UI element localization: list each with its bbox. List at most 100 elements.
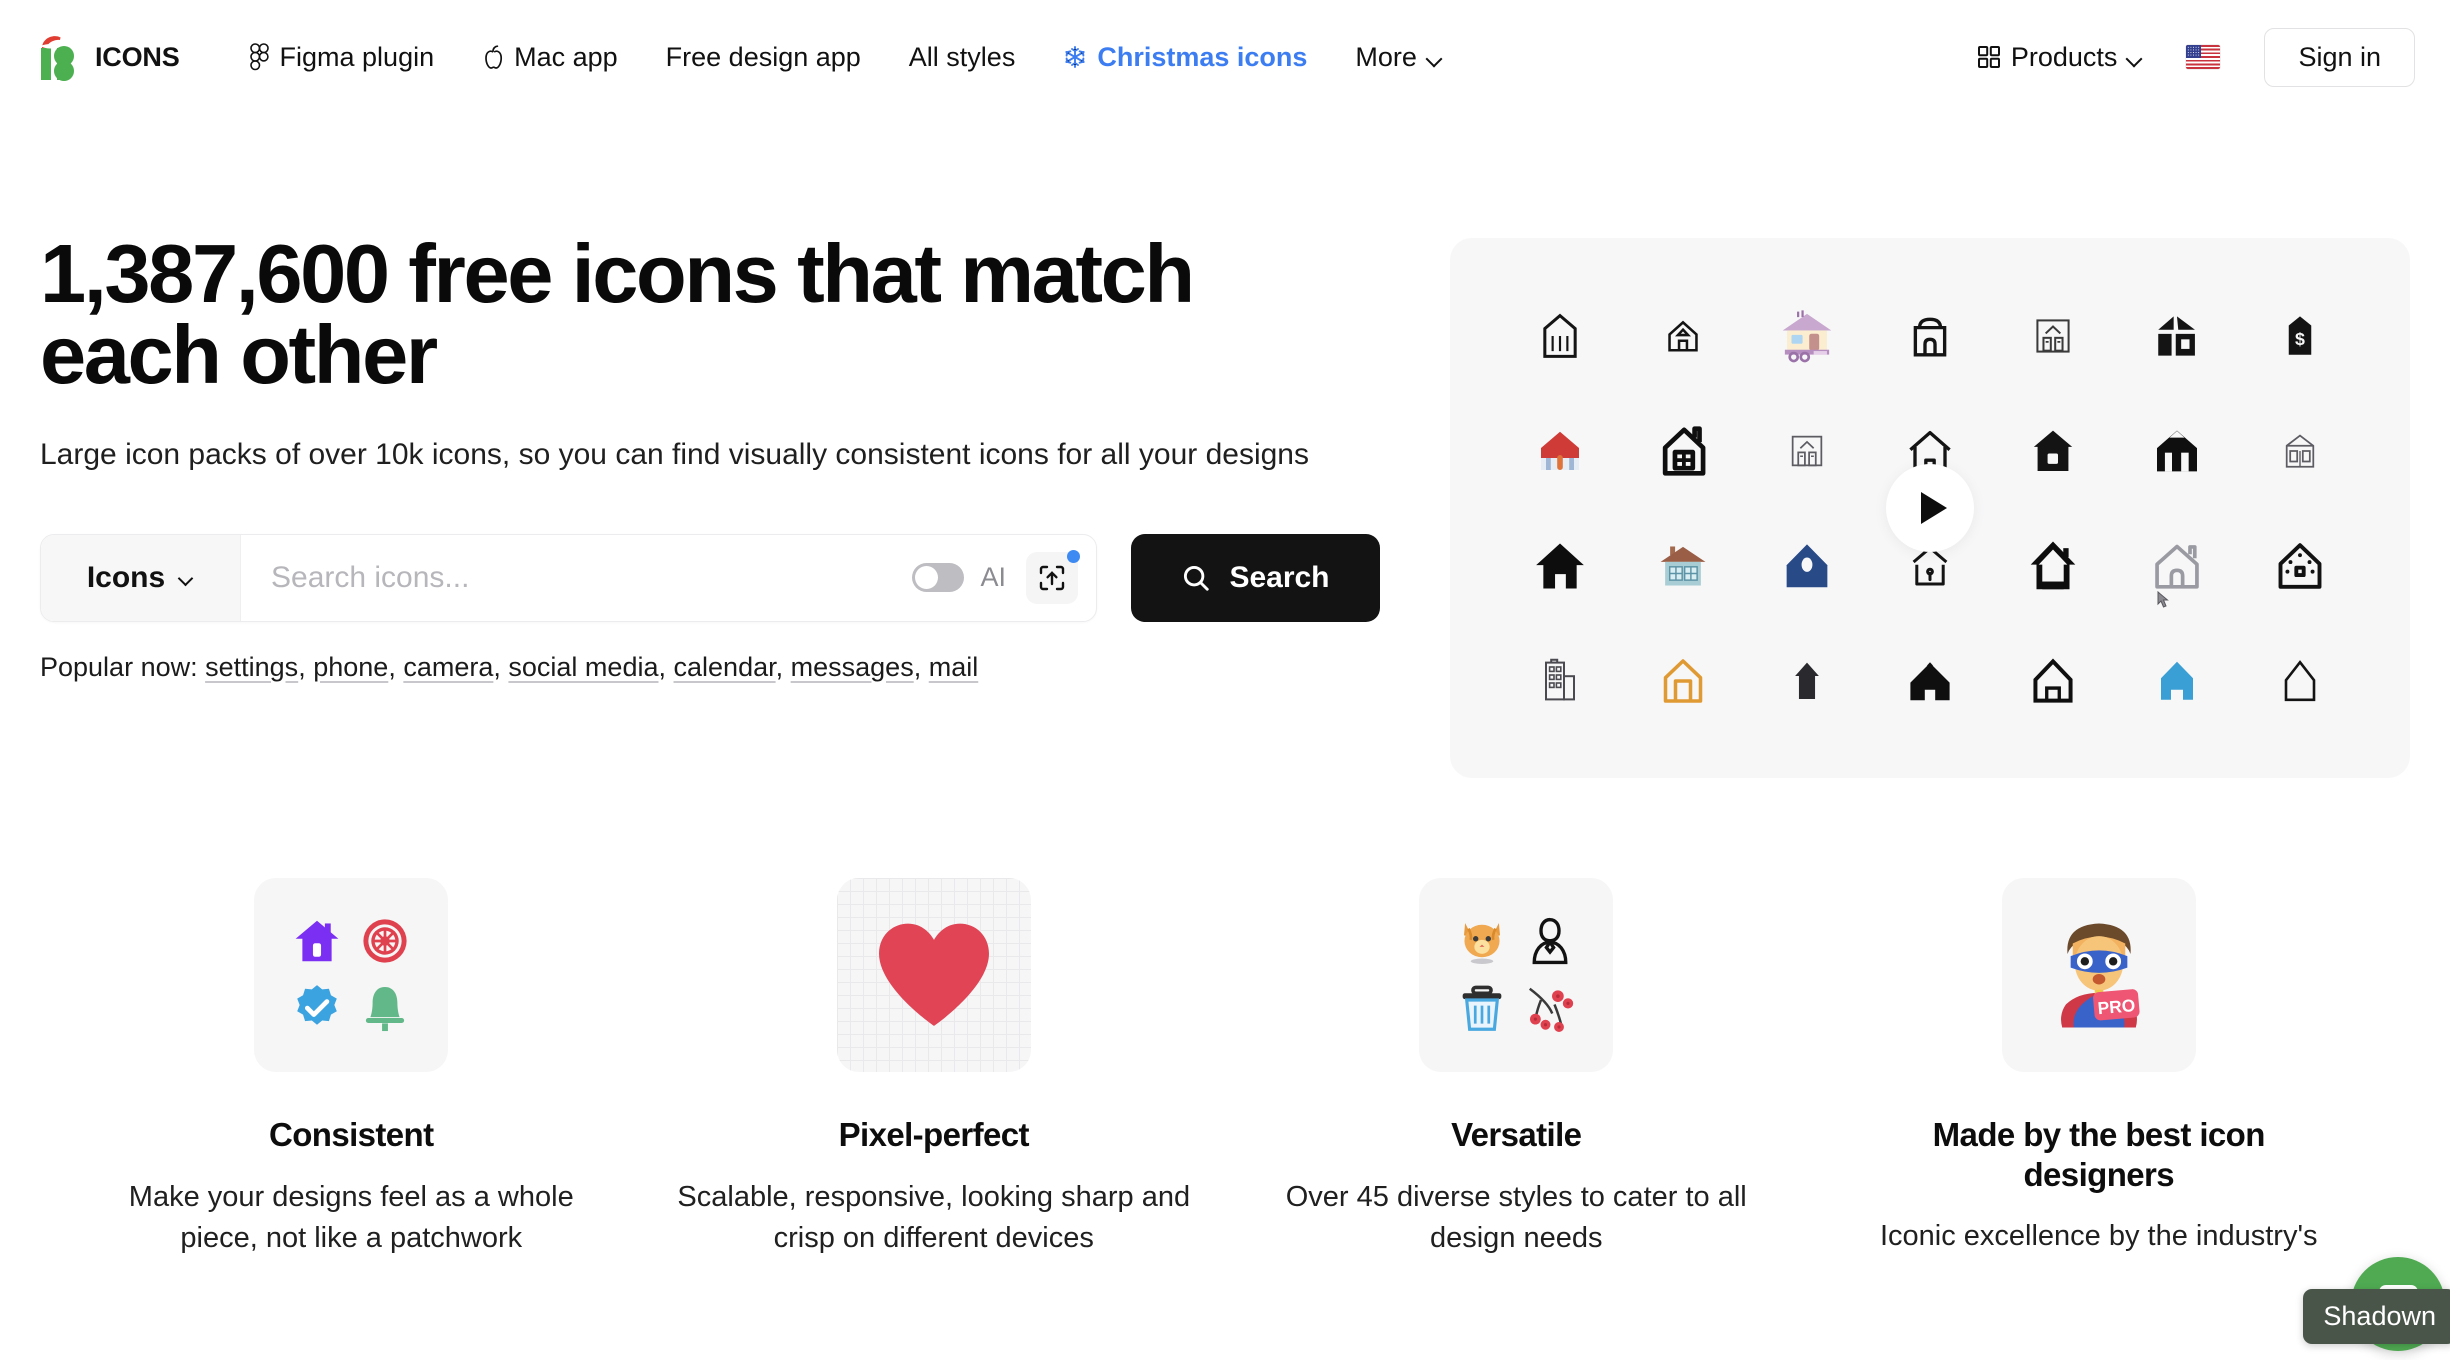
gingerbread-house-icon[interactable] [2263,529,2337,603]
feature-title: Consistent [268,1116,434,1153]
feature-art-versatile [1419,878,1614,1072]
house-thin-facade-icon[interactable] [1770,414,1844,488]
nav-label: All styles [908,41,1016,72]
house-rounded-roof-icon[interactable] [1893,299,1967,373]
feature-card-consistent: Consistent Make your designs feel as a w… [60,878,643,1259]
bell-green-icon [366,986,405,1032]
svg-text:$: $ [2295,329,2305,349]
nav-item-free-design-app[interactable]: Free design app [666,42,861,73]
nav-label: Free design app [665,41,861,72]
icons8-santa-logo-icon [35,32,81,82]
verified-blue-icon [297,985,338,1025]
popular-prefix: Popular now: [40,651,198,682]
upload-image-search-button[interactable] [1025,549,1080,604]
recorder-tooltip: Shadown [2303,1289,2450,1344]
apple-icon [482,44,504,70]
products-label: Products [2010,41,2118,72]
feature-art-pixel-perfect [836,878,1031,1072]
nav-item-more[interactable]: More [1355,42,1442,73]
house-filled-arch-icon[interactable] [2140,414,2214,488]
search-type-dropdown[interactable]: Icons [41,534,241,621]
heart-red-icon [878,923,989,1026]
search-row: Icons AI [40,533,1380,622]
house-gray-outline-icon[interactable] [2140,529,2214,603]
house-bold-window-grid-icon[interactable] [1646,414,1720,488]
house-windows-outline-icon[interactable] [2016,299,2090,373]
play-icon [1920,492,1947,524]
popular-link-camera[interactable]: camera [403,652,493,682]
house-purple-icon [295,920,339,962]
ai-toggle[interactable] [912,563,965,592]
figma-icon [249,43,270,71]
nav-item-christmas-icons[interactable]: Christmas icons [1063,42,1307,73]
site-header: ICONS Figma plugin Mac app Free design a… [0,0,2450,114]
house-thin-arch-icon[interactable] [2263,644,2337,718]
feature-art-consistent [254,878,449,1072]
features-section: Consistent Make your designs feel as a w… [0,878,2450,1259]
trailer-house-color-icon[interactable] [1770,299,1844,373]
house-orange-outline-icon[interactable] [1646,644,1720,718]
play-video-button[interactable] [1886,464,1974,552]
products-menu[interactable]: Products [1977,42,2143,73]
superhero-pro-icon: PRO [2060,923,2140,1028]
popular-link-settings[interactable]: settings [205,652,298,682]
chevron-down-icon [1427,53,1442,62]
feature-title: Pixel-perfect [838,1116,1030,1153]
popular-link-mail[interactable]: mail [929,652,979,682]
house-filled-blocks-icon[interactable] [2140,299,2214,373]
search-type-label: Icons [86,560,166,594]
house-outline-tall-icon[interactable] [1523,299,1597,373]
feature-text: Over 45 diverse styles to cater to all d… [1285,1180,1747,1254]
house-solid-wide-icon[interactable] [1893,644,1967,718]
snowflake-icon [1063,45,1087,69]
svg-text:PRO: PRO [2097,995,2136,1018]
popular-link-phone[interactable]: phone [313,652,388,682]
house-small-outline-icon[interactable] [1646,299,1720,373]
hero-subheading: Large icon packs of over 10k icons, so y… [40,438,1309,471]
feature-card-pixel-perfect: Pixel-perfect Scalable, responsive, look… [643,878,1226,1259]
nav-label: Mac app [514,41,618,72]
house-filled-window-icon[interactable] [2016,414,2090,488]
sign-in-button[interactable]: Sign in [2264,27,2415,87]
cottage-color-icon[interactable] [1646,529,1720,603]
feature-text: Make your designs feel as a whole piece,… [128,1180,574,1254]
logo-link[interactable]: ICONS [35,32,180,82]
grid-squares-icon [1977,45,2001,69]
popular-links-list: settings, phone, camera, social media, c… [205,651,979,682]
chevron-down-icon [2127,53,2142,62]
ai-toggle-label: AI [980,562,1006,592]
search-icon [1184,565,1210,591]
us-flag-icon[interactable] [2186,45,2221,69]
nav-item-mac-app[interactable]: Mac app [482,42,618,73]
search-button-label: Search [1229,560,1330,594]
cat-color-icon [1464,923,1501,964]
house-bold-outline-icon[interactable] [2016,529,2090,603]
chevron-down-icon [179,573,194,582]
feature-text: Scalable, responsive, looking sharp and … [677,1180,1191,1254]
house-dollar-filled-icon[interactable]: $ [2263,299,2337,373]
feature-card-versatile: Versatile Over 45 diverse styles to cate… [1225,878,1808,1259]
office-building-line-icon[interactable] [1523,644,1597,718]
popular-link-messages[interactable]: messages [791,652,914,682]
house-blue-filled-icon[interactable] [1770,529,1844,603]
gear-red-icon [363,919,407,963]
icon-preview-panel: $ [1450,238,2410,778]
nav-item-figma-plugin[interactable]: Figma plugin [249,41,435,73]
house-outline-arch-icon[interactable] [2016,644,2090,718]
house-blue-solid-icon[interactable] [2140,644,2214,718]
search-input-area: AI [241,535,1096,621]
house-red-roof-color-icon[interactable] [1523,414,1597,488]
feature-text: Iconic excellence by the industry's [1879,1220,2318,1253]
popular-link-social-media[interactable]: social media [508,652,658,682]
search-button[interactable]: Search [1130,533,1380,622]
page-title: 1,387,600 free icons that match each oth… [40,227,1195,401]
search-input[interactable] [271,560,897,595]
house-small-dark-icon[interactable] [1770,644,1844,718]
home-solid-icon[interactable] [1523,529,1597,603]
popular-link-calendar[interactable]: calendar [674,652,776,682]
search-bar: Icons AI [40,533,1097,622]
nav-item-all-styles[interactable]: All styles [909,42,1016,73]
feature-card-best-designers: PRO Made by the best icon designers Icon… [1808,878,2391,1259]
nav-label: Figma plugin [279,41,435,72]
house-detailed-outline-icon[interactable] [2263,414,2337,488]
